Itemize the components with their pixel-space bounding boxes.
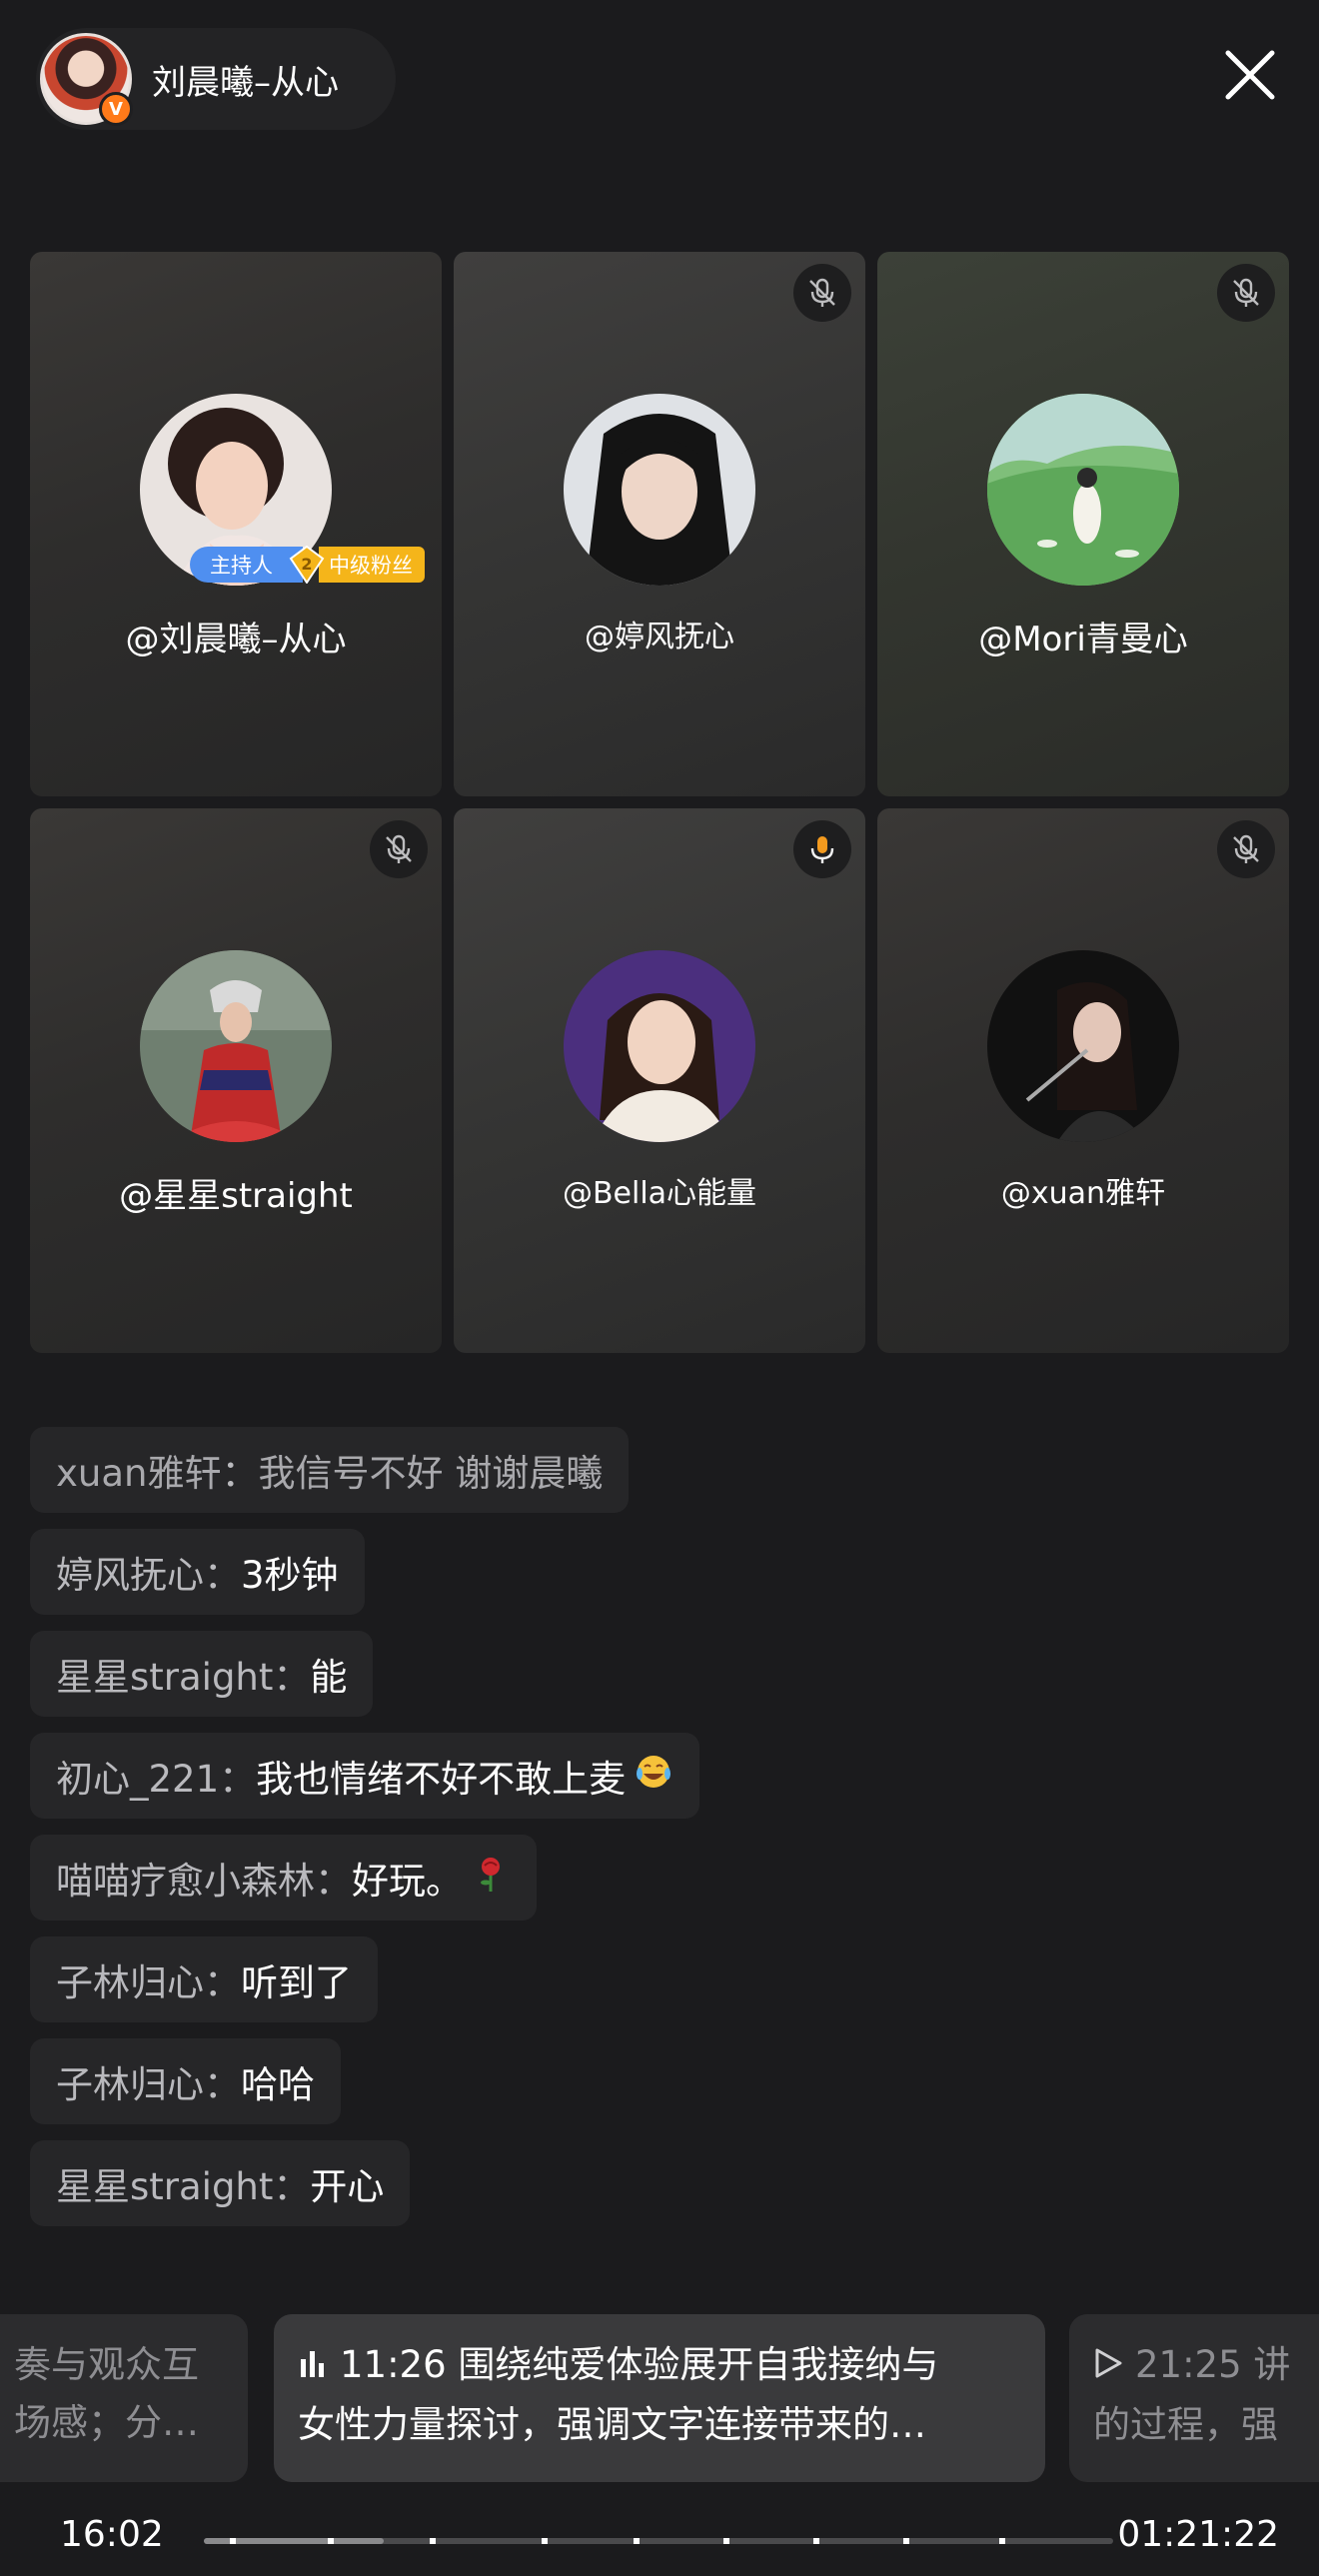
mic-muted-icon [793, 264, 851, 322]
chapter-marker [542, 2538, 548, 2544]
speaker-avatar[interactable] [140, 950, 332, 1142]
chapter-marker [999, 2538, 1005, 2544]
chapter-marker [723, 2538, 729, 2544]
speaker-tile[interactable]: @婷风抚心 [454, 252, 865, 796]
play-icon [1093, 2338, 1123, 2396]
progress-slider[interactable] [204, 2538, 1113, 2544]
live-replay-page: V 刘晨曦–从心 主持人 2 中级粉丝 @刘晨曦–从心 @婷风抚心 @Mori青… [0, 0, 1319, 2576]
chat-username[interactable]: 婷风抚心 [56, 1545, 204, 1599]
speaker-tile[interactable]: @星星straight [30, 808, 442, 1353]
speaker-tile-host[interactable]: 主持人 2 中级粉丝 @刘晨曦–从心 [30, 252, 442, 796]
chat-fade-overlay [0, 2250, 1319, 2310]
chapter-card-next[interactable]: 21:25 讲 的过程，强 [1069, 2314, 1319, 2482]
chapter-marker [903, 2538, 909, 2544]
speaker-name: @Bella心能量 [562, 1176, 757, 1211]
chat-message: 子林归心：听到了 [30, 1936, 378, 2022]
current-time: 16:02 [60, 2514, 164, 2555]
chat-message: 子林归心：哈哈 [30, 2038, 341, 2124]
chat-username[interactable]: 初心_221 [56, 1749, 219, 1803]
chapter-carousel[interactable]: 奏与观众互 场感；分… 11:26 围绕纯爱体验展开自我接纳与 女性力量探讨，强… [0, 2314, 1319, 2482]
speaker-name: @星星straight [119, 1176, 353, 1216]
speaker-name: @xuan雅轩 [1000, 1176, 1166, 1211]
host-profile-pill[interactable]: V 刘晨曦–从心 [36, 28, 396, 130]
svg-text:2: 2 [301, 555, 312, 574]
chat-text: 哈哈 [241, 2063, 315, 2106]
chat-text: 开心 [310, 2165, 385, 2208]
speaker-tile[interactable]: @Mori青曼心 [877, 252, 1289, 796]
chapter-time: 11:26 [340, 2343, 447, 2386]
mic-muted-icon [1217, 820, 1275, 878]
mic-active-icon [793, 820, 851, 878]
speaker-tile[interactable]: @xuan雅轩 [877, 808, 1289, 1353]
chapter-time: 21:25 [1135, 2343, 1242, 2386]
chapter-marker [328, 2538, 334, 2544]
speaker-name: @Mori青曼心 [978, 620, 1188, 659]
speaker-avatar[interactable] [987, 950, 1179, 1142]
chapter-title: 围绕纯爱体验展开自我接纳与 [458, 2343, 939, 2386]
mic-muted-icon [1217, 264, 1275, 322]
chat-text: 我也情绪不好不敢上麦 [256, 1758, 627, 1801]
chat-username[interactable]: 星星straight [56, 1647, 273, 1701]
chat-username[interactable]: 子林归心 [56, 1952, 204, 2006]
chat-message: 初心_221：我也情绪不好不敢上麦 [30, 1733, 700, 1819]
chapter-title-line2: 女性力量探讨，强调文字连接带来的… [298, 2402, 926, 2446]
close-icon [1225, 50, 1275, 100]
speaker-avatar[interactable] [564, 950, 755, 1142]
close-button[interactable] [1215, 40, 1285, 110]
speaker-name: @婷风抚心 [585, 620, 734, 654]
chapter-marker [430, 2538, 436, 2544]
chapter-card-prev[interactable]: 奏与观众互 场感；分… [0, 2314, 248, 2482]
chat-username[interactable]: 星星straight [56, 2156, 273, 2210]
playing-bars-icon [298, 2338, 328, 2396]
chat-message: 婷风抚心： 3秒钟 [30, 1529, 365, 1615]
rose-emoji-icon [471, 1854, 511, 1903]
chat-username[interactable]: xuan雅轩 [56, 1443, 221, 1497]
host-tags: 主持人 2 中级粉丝 [190, 546, 425, 584]
chapter-marker [813, 2538, 819, 2544]
chat-message: xuan雅轩：我信号不好 谢谢晨曦 [30, 1427, 630, 1513]
chapter-marker [634, 2538, 640, 2544]
chat-username[interactable]: 子林归心 [56, 2054, 204, 2108]
speaker-avatar[interactable] [564, 394, 755, 586]
chapter-marker [230, 2538, 236, 2544]
mic-muted-icon [370, 820, 428, 878]
host-role-tag: 主持人 [190, 547, 303, 583]
laughing-crying-emoji-icon [634, 1752, 673, 1801]
chat-text: 我信号不好 谢谢晨曦 [258, 1452, 604, 1495]
speaker-avatar[interactable] [987, 394, 1179, 586]
chat-list[interactable]: xuan雅轩：我信号不好 谢谢晨曦 婷风抚心： 3秒钟 星星straight：能 … [30, 1427, 929, 2242]
speaker-name: @刘晨曦–从心 [125, 620, 347, 659]
host-name: 刘晨曦–从心 [152, 62, 339, 103]
speaker-tile[interactable]: @Bella心能量 [454, 808, 865, 1353]
chat-text: 听到了 [241, 1961, 352, 2004]
chat-username[interactable]: 喵喵疗愈小森林 [56, 1851, 315, 1905]
fan-level-tag: 中级粉丝 [319, 547, 425, 583]
chat-text: 3秒钟 [241, 1554, 339, 1597]
chat-text: 能 [310, 1656, 348, 1699]
chapter-card-current[interactable]: 11:26 围绕纯爱体验展开自我接纳与 女性力量探讨，强调文字连接带来的… [274, 2314, 1045, 2482]
chat-message: 星星straight：开心 [30, 2140, 411, 2226]
host-avatar[interactable]: V [40, 33, 133, 126]
chat-message: 星星straight：能 [30, 1631, 374, 1717]
chat-message: 喵喵疗愈小森林：好玩。 [30, 1835, 537, 1921]
speaker-grid: 主持人 2 中级粉丝 @刘晨曦–从心 @婷风抚心 @Mori青曼心 @星星str… [30, 252, 1289, 1353]
chat-text: 好玩。 [352, 1860, 463, 1903]
total-time: 01:21:22 [1117, 2514, 1279, 2555]
fan-level-icon: 2 [289, 546, 325, 584]
verified-badge-icon: V [99, 92, 133, 126]
